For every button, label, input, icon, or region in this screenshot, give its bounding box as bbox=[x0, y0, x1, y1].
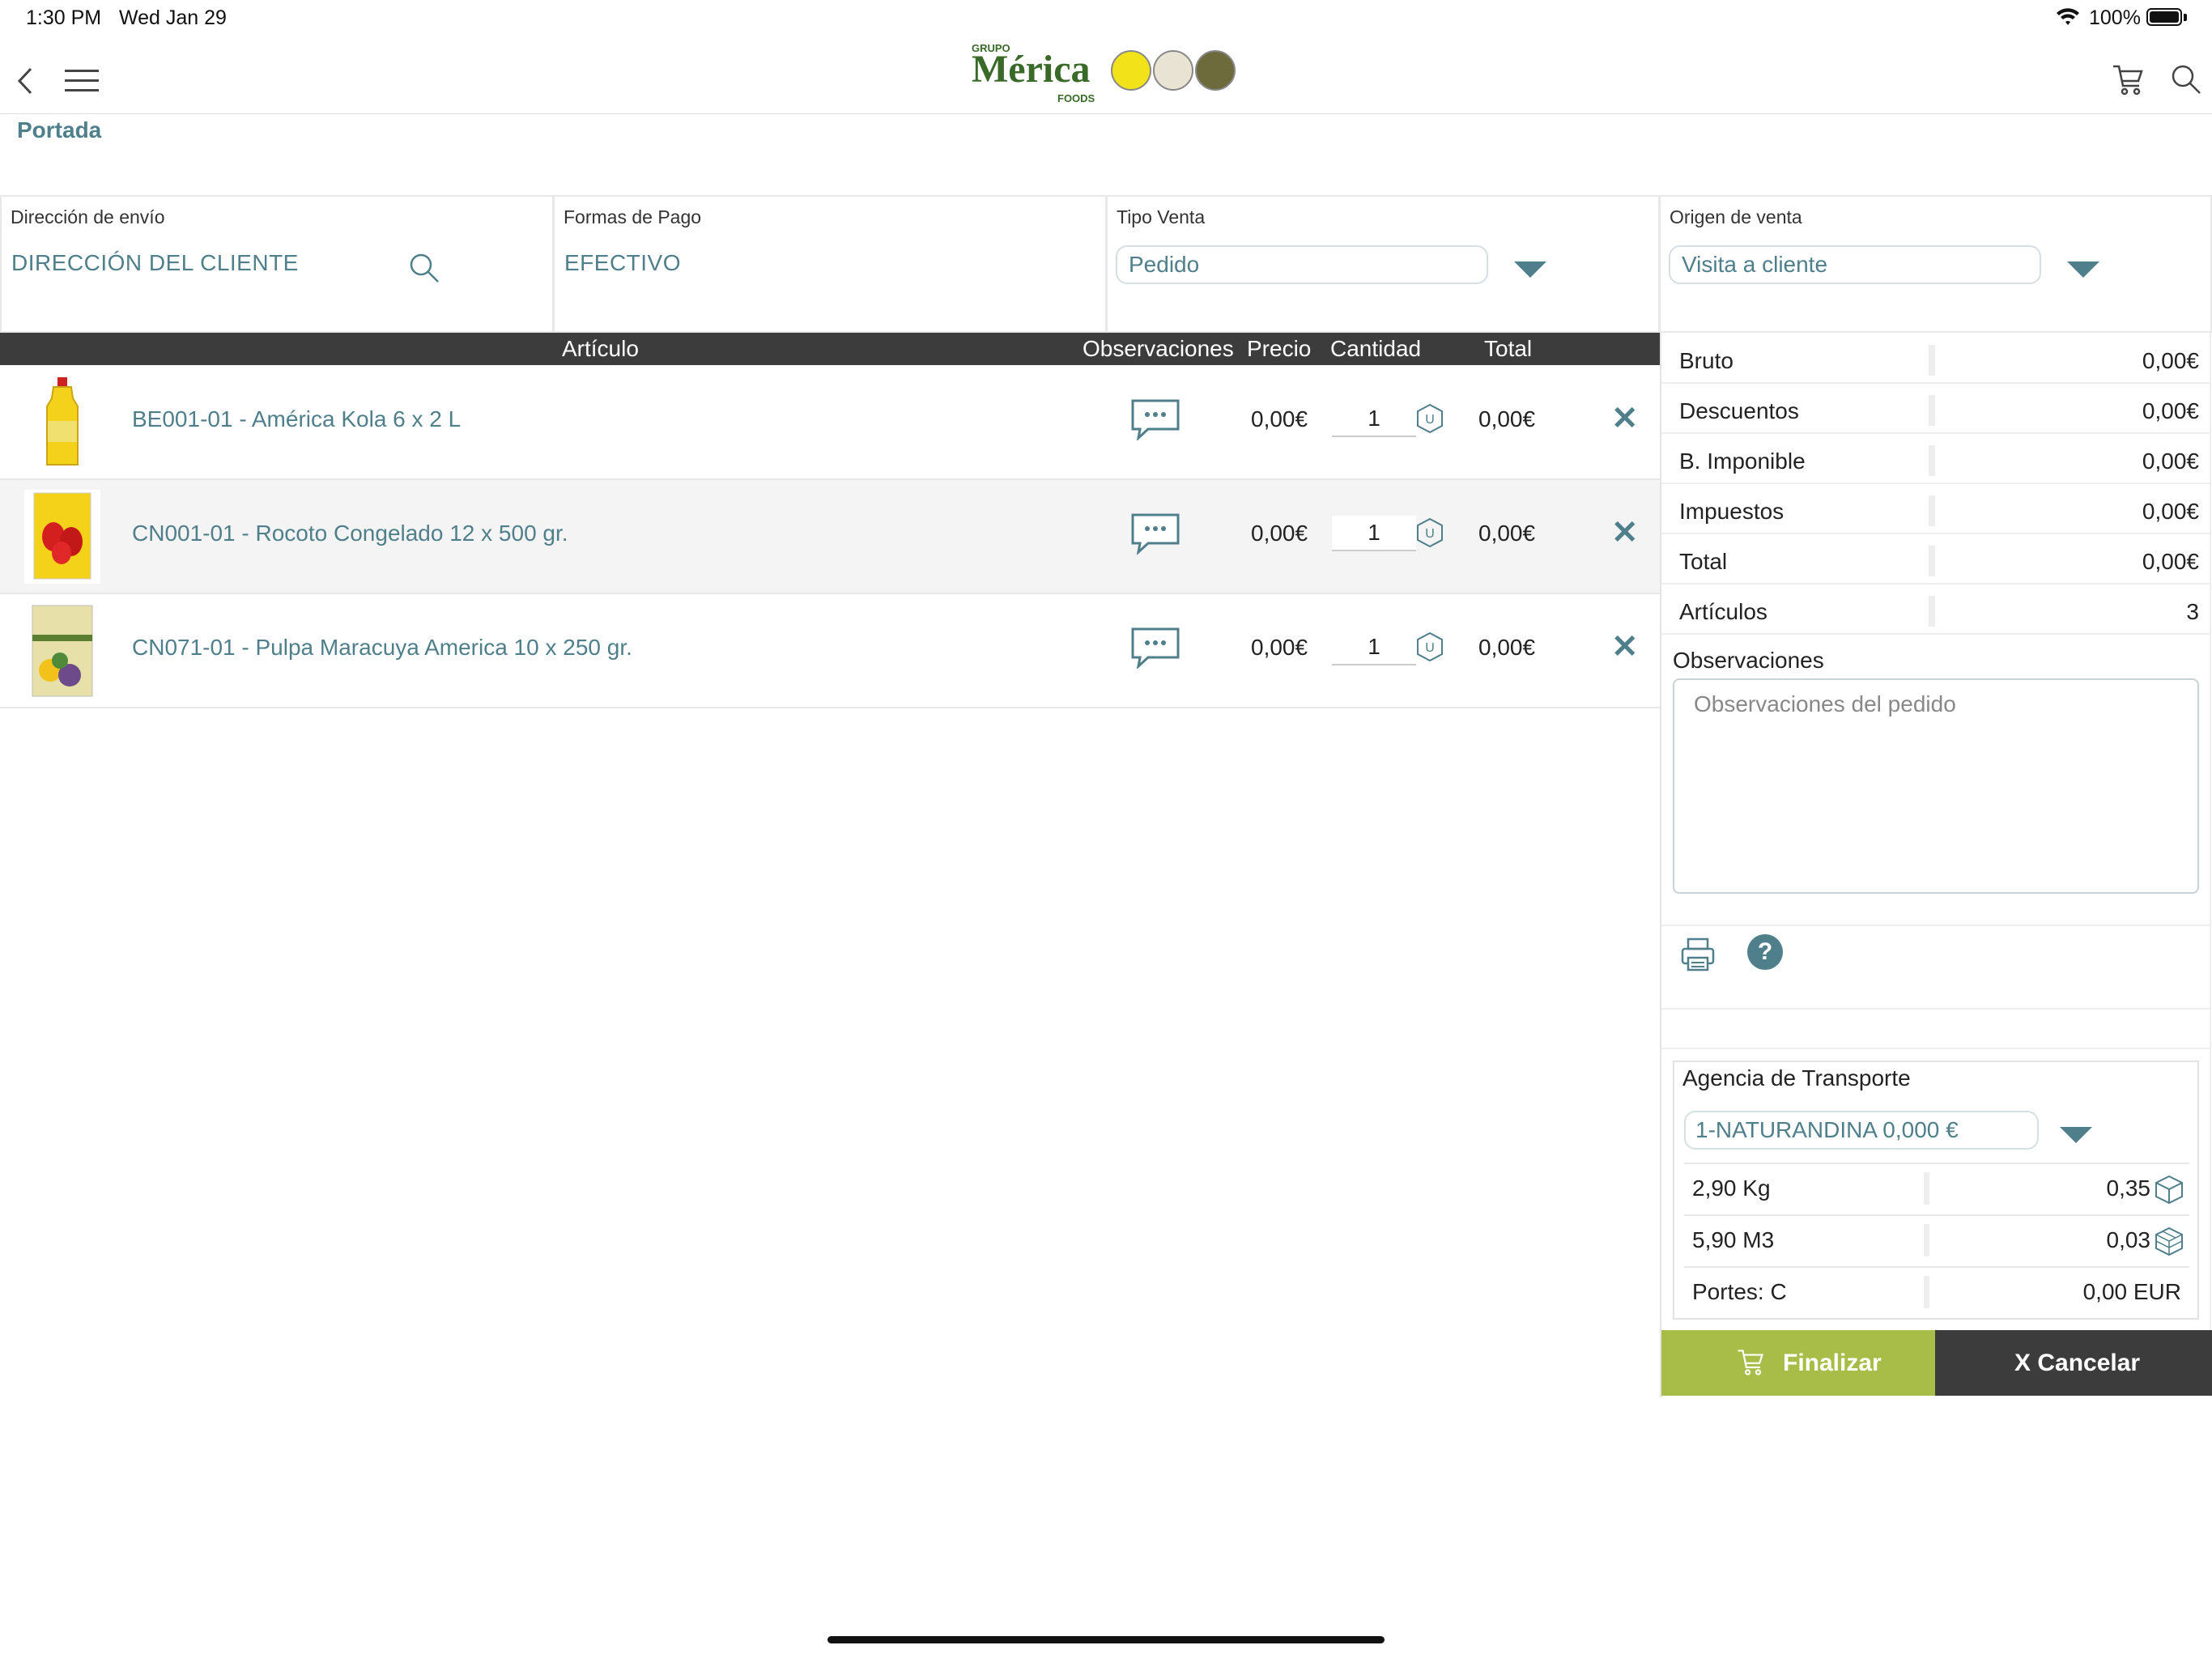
payment-label: Formas de Pago bbox=[564, 206, 702, 227]
row-total: 0,00€ bbox=[1478, 406, 1536, 432]
summary-taxes: Impuestos 0,00€ bbox=[1661, 489, 2210, 534]
cart-icon[interactable] bbox=[2112, 63, 2144, 97]
transport-panel: Agencia de Transporte 1-NATURANDINA 0,00… bbox=[1673, 1061, 2199, 1320]
header-quantity: Cantidad bbox=[1330, 336, 1422, 361]
shipping-label: Dirección de envío bbox=[11, 206, 165, 227]
company-logo: GRUPO Mérica FOODS bbox=[972, 42, 1239, 104]
back-chevron-icon[interactable] bbox=[15, 66, 37, 96]
comment-icon[interactable] bbox=[1130, 398, 1180, 440]
sale-type-dropdown-icon[interactable] bbox=[1514, 261, 1546, 278]
quantity-input[interactable]: 1 bbox=[1332, 402, 1416, 437]
row-price: 0,00€ bbox=[1251, 635, 1308, 660]
row-price: 0,00€ bbox=[1251, 406, 1308, 432]
transport-dropdown-icon[interactable] bbox=[2060, 1127, 2092, 1143]
sale-type-field[interactable]: Tipo Venta Pedido bbox=[1106, 195, 1660, 333]
summary-total: Total 0,00€ bbox=[1661, 539, 2210, 585]
home-indicator bbox=[827, 1636, 1385, 1643]
summary-taxable-base: B. Imponible 0,00€ bbox=[1661, 439, 2210, 484]
battery-icon bbox=[2146, 8, 2182, 26]
product-name[interactable]: BE001-01 - América Kola 6 x 2 L bbox=[132, 406, 461, 432]
shipping-address-field[interactable]: Dirección de envío DIRECCIÓN DEL CLIENTE bbox=[0, 195, 554, 333]
status-time: 1:30 PM bbox=[26, 6, 102, 29]
svg-text:U: U bbox=[1425, 527, 1435, 541]
cancel-button[interactable]: X Cancelar bbox=[1935, 1330, 2212, 1396]
cancel-label: X Cancelar bbox=[2014, 1350, 2141, 1376]
quantity-input[interactable]: 1 bbox=[1332, 516, 1416, 551]
finish-button[interactable]: Finalizar bbox=[1661, 1330, 1935, 1396]
header-total: Total bbox=[1484, 336, 1533, 361]
quantity-input[interactable]: 1 bbox=[1332, 630, 1416, 665]
unit-hexagon-icon[interactable]: U bbox=[1415, 403, 1444, 434]
help-icon[interactable]: ? bbox=[1747, 934, 1783, 970]
table-row[interactable]: BE001-01 - América Kola 6 x 2 L 0,00€ 1 … bbox=[0, 366, 1660, 480]
row-price: 0,00€ bbox=[1251, 521, 1308, 546]
product-thumbnail bbox=[46, 377, 79, 466]
sale-origin-field[interactable]: Origen de venta Visita a cliente bbox=[1659, 195, 2212, 333]
header-article: Artículo bbox=[562, 336, 639, 361]
sale-type-select[interactable]: Pedido bbox=[1116, 245, 1488, 284]
transport-label: Agencia de Transporte bbox=[1682, 1065, 1911, 1090]
logo-badge-tree bbox=[1153, 50, 1193, 91]
observations-textarea[interactable]: Observaciones del pedido bbox=[1673, 678, 2199, 894]
sale-origin-label: Origen de venta bbox=[1670, 206, 1802, 227]
row-total: 0,00€ bbox=[1478, 635, 1536, 660]
product-name[interactable]: CN001-01 - Rocoto Congelado 12 x 500 gr. bbox=[132, 521, 568, 546]
battery-percent: 100% bbox=[2089, 6, 2141, 29]
table-header: Artículo Observaciones Precio Cantidad T… bbox=[0, 333, 1660, 365]
observations-label: Observaciones bbox=[1673, 648, 1824, 673]
table-row[interactable]: CN001-01 - Rocoto Congelado 12 x 500 gr.… bbox=[0, 480, 1660, 594]
logo-badge-natural bbox=[1195, 50, 1236, 91]
print-icon[interactable] bbox=[1680, 937, 1716, 972]
sale-type-label: Tipo Venta bbox=[1117, 206, 1206, 227]
product-thumbnail bbox=[24, 490, 100, 584]
unit-hexagon-icon[interactable]: U bbox=[1415, 631, 1444, 662]
table-row[interactable]: CN071-01 - Pulpa Maracuya America 10 x 2… bbox=[0, 594, 1660, 708]
comment-icon[interactable] bbox=[1130, 627, 1180, 669]
unit-hexagon-icon[interactable]: U bbox=[1415, 517, 1444, 548]
status-date: Wed Jan 29 bbox=[119, 6, 227, 29]
search-icon[interactable] bbox=[2170, 63, 2202, 96]
svg-text:U: U bbox=[1425, 413, 1435, 427]
summary-articles: Artículos 3 bbox=[1661, 589, 2210, 635]
box-icon bbox=[2155, 1175, 2183, 1205]
address-search-icon[interactable] bbox=[408, 252, 440, 284]
row-total: 0,00€ bbox=[1478, 521, 1536, 546]
remove-row-icon[interactable]: ✕ bbox=[1611, 400, 1639, 437]
boxes-icon bbox=[2155, 1226, 2183, 1256]
transport-weight-row: 2,90 Kg 0,35 bbox=[1684, 1163, 2189, 1211]
transport-select[interactable]: 1-NATURANDINA 0,000 € bbox=[1684, 1111, 2039, 1150]
logo-badge-america bbox=[1111, 50, 1151, 91]
svg-text:U: U bbox=[1425, 641, 1435, 655]
product-name[interactable]: CN071-01 - Pulpa Maracuya America 10 x 2… bbox=[132, 635, 632, 661]
remove-row-icon[interactable]: ✕ bbox=[1611, 628, 1639, 665]
payment-value[interactable]: EFECTIVO bbox=[564, 250, 681, 276]
payment-method-field[interactable]: Formas de Pago EFECTIVO bbox=[553, 195, 1107, 333]
finish-label: Finalizar bbox=[1783, 1350, 1882, 1376]
comment-icon[interactable] bbox=[1130, 512, 1180, 555]
transport-volume-row: 5,90 M3 0,03 bbox=[1684, 1214, 2189, 1263]
product-thumbnail bbox=[32, 605, 93, 697]
transport-shipping-row: Portes: C 0,00 EUR bbox=[1684, 1266, 2189, 1315]
cart-icon bbox=[1738, 1350, 1764, 1375]
sale-origin-dropdown-icon[interactable] bbox=[2067, 261, 2099, 278]
header-observations: Observaciones bbox=[1083, 336, 1234, 361]
summary-discounts: Descuentos 0,00€ bbox=[1661, 389, 2210, 434]
hamburger-menu-icon[interactable] bbox=[65, 68, 99, 94]
shipping-value[interactable]: DIRECCIÓN DEL CLIENTE bbox=[11, 250, 299, 276]
remove-row-icon[interactable]: ✕ bbox=[1611, 514, 1639, 551]
breadcrumb[interactable]: Portada bbox=[17, 117, 101, 143]
header-price: Precio bbox=[1247, 336, 1312, 361]
wifi-icon bbox=[2057, 8, 2079, 25]
sale-origin-select[interactable]: Visita a cliente bbox=[1669, 245, 2041, 284]
summary-gross: Bruto 0,00€ bbox=[1661, 338, 2210, 384]
